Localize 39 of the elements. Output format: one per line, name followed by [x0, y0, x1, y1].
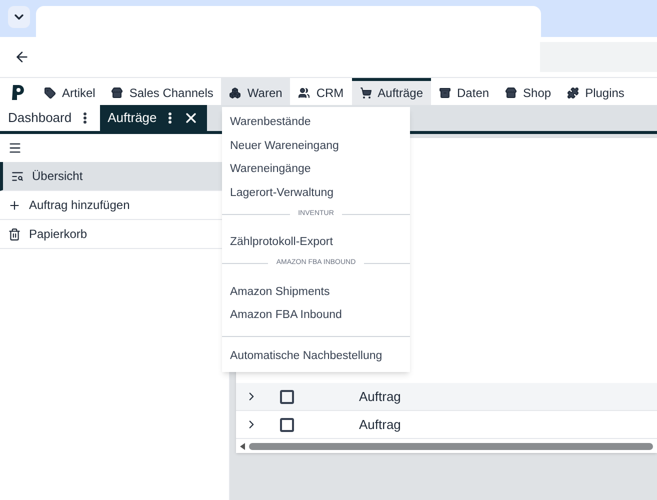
search-list-icon — [11, 170, 24, 182]
menu-item[interactable]: Automatische Nachbestellung — [222, 344, 410, 368]
nav-item[interactable]: Plugins — [559, 78, 632, 105]
logo-icon — [9, 82, 27, 100]
menu-item[interactable]: Amazon FBA Inbound — [222, 304, 410, 328]
row-checkbox[interactable] — [280, 418, 294, 432]
nav-item[interactable]: CRM — [290, 78, 352, 105]
scroll-left-icon[interactable] — [240, 442, 245, 450]
nav-item[interactable]: Sales Channels — [103, 78, 222, 105]
tab-label: Dashboard — [8, 109, 72, 128]
plus-icon — [8, 198, 21, 212]
users-icon — [298, 87, 310, 99]
puzzle-icon — [567, 87, 580, 99]
tab-label: Aufträge — [108, 109, 157, 128]
menu-item[interactable]: Amazon Shipments — [222, 280, 410, 304]
table-row[interactable]: Auftrag — [236, 411, 657, 439]
back-icon — [14, 49, 30, 65]
tag-icon — [44, 87, 56, 99]
nav-item[interactable]: Shop — [497, 78, 560, 105]
menu-icon[interactable] — [8, 141, 22, 155]
table-row[interactable]: Auftrag — [236, 383, 657, 411]
store-icon — [111, 87, 124, 99]
nav-item[interactable]: Waren — [221, 78, 290, 105]
table-cell-text: Auftrag — [359, 388, 401, 406]
tab[interactable]: Dashboard — [0, 105, 100, 131]
cart-icon — [360, 87, 372, 99]
nav-item[interactable]: Artikel — [36, 78, 104, 105]
menu-item[interactable]: Warenbestände — [222, 111, 410, 134]
row-checkbox[interactable] — [280, 390, 294, 404]
table-cell-text: Auftrag — [359, 416, 401, 434]
boxes-icon — [229, 87, 242, 99]
trash-icon — [8, 228, 21, 240]
tab-list-button[interactable] — [8, 6, 30, 28]
store-icon — [505, 87, 518, 99]
tab[interactable]: Aufträge — [100, 105, 207, 131]
nav-item[interactable]: Aufträge — [352, 78, 432, 105]
menu-item[interactable]: Neuer Wareneingang — [222, 134, 410, 158]
nav-item[interactable]: Daten — [431, 78, 498, 105]
archive-icon — [439, 87, 452, 99]
